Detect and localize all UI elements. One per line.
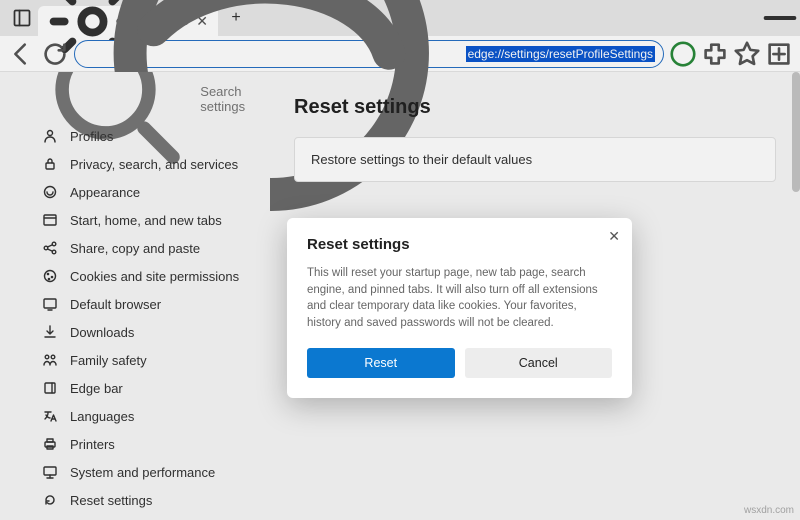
dialog-body: This will reset your startup page, new t…	[307, 265, 612, 332]
close-dialog-button[interactable]: ✕	[608, 228, 620, 245]
reset-button[interactable]: Reset	[307, 348, 455, 378]
modal-overlay: ✕ Reset settings This will reset your st…	[0, 0, 800, 520]
reset-settings-dialog: ✕ Reset settings This will reset your st…	[287, 218, 632, 398]
dialog-title: Reset settings	[307, 236, 612, 253]
cancel-button[interactable]: Cancel	[465, 348, 613, 378]
